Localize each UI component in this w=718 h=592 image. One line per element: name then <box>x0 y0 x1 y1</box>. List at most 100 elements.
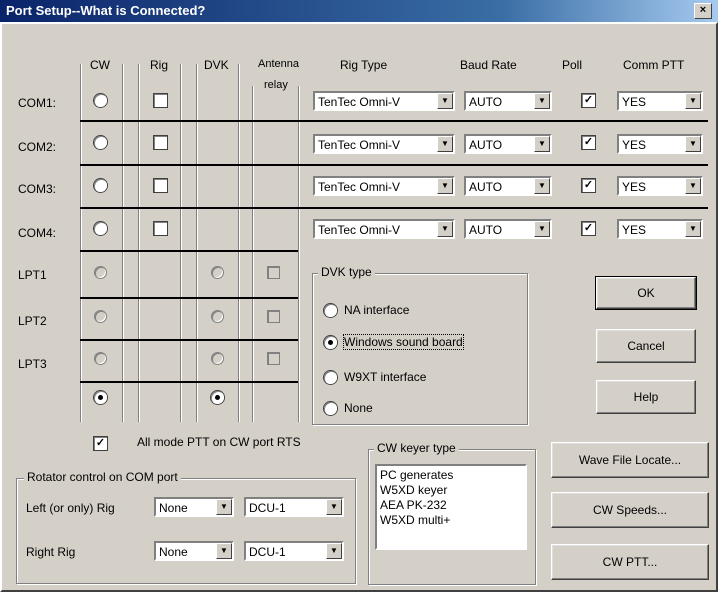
com2-baud-select[interactable]: AUTO ▼ <box>464 134 552 154</box>
com4-rig-type-select[interactable]: TenTec Omni-V ▼ <box>313 219 455 239</box>
com3-rig-type-value: TenTec Omni-V <box>318 180 401 194</box>
rotator-left-port-select[interactable]: None ▼ <box>154 497 234 517</box>
wave-file-locate-button[interactable]: Wave File Locate... <box>551 442 709 478</box>
chevron-down-icon: ▼ <box>326 499 342 515</box>
header-antenna: Antenna <box>258 58 299 70</box>
com3-rig-type-select[interactable]: TenTec Omni-V ▼ <box>313 176 455 196</box>
com2-ptt-select[interactable]: YES ▼ <box>617 134 703 154</box>
antenna-column-box <box>252 86 300 422</box>
com1-rig-type-value: TenTec Omni-V <box>318 95 401 109</box>
com1-label: COM1: <box>18 96 57 110</box>
cw-keyer-item[interactable]: W5XD multi+ <box>380 513 522 528</box>
dvk-w9xt-radio[interactable] <box>324 371 337 384</box>
cancel-button[interactable]: Cancel <box>596 329 696 363</box>
com2-rig-type-value: TenTec Omni-V <box>318 138 401 152</box>
chevron-down-icon: ▼ <box>216 499 232 515</box>
com2-cw-radio[interactable] <box>94 136 107 149</box>
rotator-right-label: Right Rig <box>26 545 76 559</box>
dvk-w9xt-label: W9XT interface <box>344 370 427 384</box>
chevron-down-icon: ▼ <box>437 221 453 237</box>
cw-keyer-item[interactable]: W5XD keyer <box>380 483 522 498</box>
lpt3-antenna-checkbox[interactable] <box>267 352 280 365</box>
cw-ptt-button[interactable]: CW PTT... <box>551 544 709 580</box>
cw-none-radio[interactable] <box>94 391 107 404</box>
header-rig-type: Rig Type <box>340 58 388 72</box>
dvk-type-title: DVK type <box>318 265 375 279</box>
cw-keyer-title: CW keyer type <box>374 441 459 455</box>
com2-poll-checkbox[interactable]: ✓ <box>582 136 595 149</box>
com3-baud-value: AUTO <box>469 180 503 194</box>
com4-baud-value: AUTO <box>469 223 503 237</box>
com1-rig-type-select[interactable]: TenTec Omni-V ▼ <box>313 91 455 111</box>
row-separator <box>80 207 708 209</box>
lpt2-cw-radio[interactable] <box>94 310 107 323</box>
dvk-windows-sound-radio[interactable] <box>324 336 337 349</box>
all-mode-ptt-label: All mode PTT on CW port RTS <box>137 435 301 449</box>
lpt1-cw-radio[interactable] <box>94 266 107 279</box>
chevron-down-icon: ▼ <box>534 221 550 237</box>
title-bar[interactable]: Port Setup--What is Connected? × <box>0 0 718 23</box>
lpt2-antenna-checkbox[interactable] <box>267 310 280 323</box>
com3-poll-checkbox[interactable]: ✓ <box>582 179 595 192</box>
dvk-na-interface-radio[interactable] <box>324 304 337 317</box>
lpt3-dvk-radio[interactable] <box>211 352 224 365</box>
com3-rig-checkbox[interactable] <box>154 179 167 192</box>
com1-baud-select[interactable]: AUTO ▼ <box>464 91 552 111</box>
header-poll: Poll <box>562 58 583 72</box>
help-button[interactable]: Help <box>596 380 696 414</box>
cw-keyer-item[interactable]: PC generates <box>380 468 522 483</box>
cw-column-box <box>80 64 124 422</box>
com2-rig-type-select[interactable]: TenTec Omni-V ▼ <box>313 134 455 154</box>
rotator-right-type-select[interactable]: DCU-1 ▼ <box>244 541 344 561</box>
dvk-windows-sound-label: Windows sound board <box>343 334 464 350</box>
com1-ptt-select[interactable]: YES ▼ <box>617 91 703 111</box>
cw-keyer-listbox[interactable]: PC generates W5XD keyer AEA PK-232 W5XD … <box>375 464 527 550</box>
com3-ptt-select[interactable]: YES ▼ <box>617 176 703 196</box>
com3-cw-radio[interactable] <box>94 179 107 192</box>
chevron-down-icon: ▼ <box>534 93 550 109</box>
lpt2-dvk-radio[interactable] <box>211 310 224 323</box>
cw-keyer-item[interactable]: AEA PK-232 <box>380 498 522 513</box>
row-separator <box>80 250 298 252</box>
chevron-down-icon: ▼ <box>685 221 701 237</box>
com4-baud-select[interactable]: AUTO ▼ <box>464 219 552 239</box>
rotator-left-type-value: DCU-1 <box>249 501 286 515</box>
close-button[interactable]: × <box>694 3 712 19</box>
row-separator <box>80 339 298 341</box>
chevron-down-icon: ▼ <box>326 543 342 559</box>
rotator-right-port-value: None <box>159 545 188 559</box>
com2-label: COM2: <box>18 140 57 154</box>
dvk-none-option-label: None <box>344 401 373 415</box>
rotator-right-port-select[interactable]: None ▼ <box>154 541 234 561</box>
com2-rig-checkbox[interactable] <box>154 136 167 149</box>
com2-baud-value: AUTO <box>469 138 503 152</box>
com4-cw-radio[interactable] <box>94 222 107 235</box>
lpt2-label: LPT2 <box>18 314 47 328</box>
all-mode-ptt-checkbox[interactable]: ✓ <box>94 437 107 450</box>
com3-ptt-value: YES <box>622 180 647 194</box>
rotator-left-type-select[interactable]: DCU-1 ▼ <box>244 497 344 517</box>
com4-ptt-select[interactable]: YES ▼ <box>617 219 703 239</box>
dvk-none-radio[interactable] <box>211 391 224 404</box>
com2-ptt-value: YES <box>622 138 647 152</box>
com1-poll-checkbox[interactable]: ✓ <box>582 94 595 107</box>
com1-cw-radio[interactable] <box>94 94 107 107</box>
com1-rig-checkbox[interactable] <box>154 94 167 107</box>
header-comm-ptt: Comm PTT <box>623 58 685 72</box>
ok-button[interactable]: OK <box>595 276 697 310</box>
com4-rig-checkbox[interactable] <box>154 222 167 235</box>
chevron-down-icon: ▼ <box>685 178 701 194</box>
lpt1-dvk-radio[interactable] <box>211 266 224 279</box>
chevron-down-icon: ▼ <box>437 93 453 109</box>
com3-baud-select[interactable]: AUTO ▼ <box>464 176 552 196</box>
com4-rig-type-value: TenTec Omni-V <box>318 223 401 237</box>
row-separator <box>80 381 298 383</box>
radio-dot-icon <box>328 340 333 345</box>
dvk-none-option-radio[interactable] <box>324 402 337 415</box>
lpt3-cw-radio[interactable] <box>94 352 107 365</box>
dvk-column-box <box>196 64 240 422</box>
com4-poll-checkbox[interactable]: ✓ <box>582 222 595 235</box>
lpt3-label: LPT3 <box>18 357 47 371</box>
lpt1-antenna-checkbox[interactable] <box>267 266 280 279</box>
cw-speeds-button[interactable]: CW Speeds... <box>551 492 709 528</box>
